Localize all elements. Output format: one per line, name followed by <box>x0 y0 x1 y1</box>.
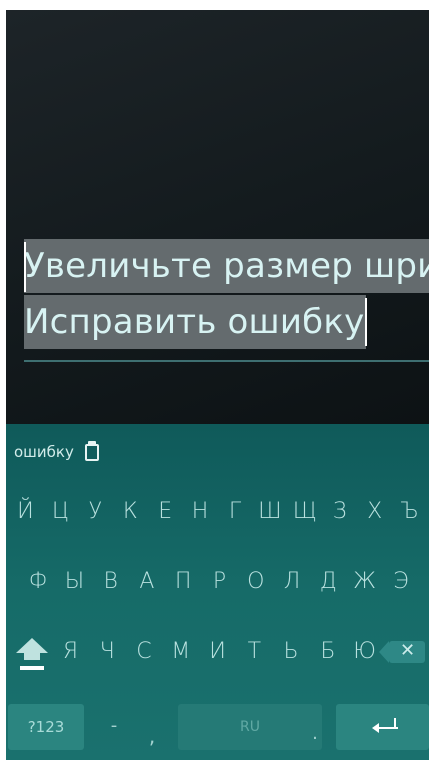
app-frame: Увеличьте размер шри Исправить ошибку ош… <box>6 10 429 760</box>
key[interactable]: Р <box>201 552 237 612</box>
key[interactable]: К <box>113 482 148 542</box>
key[interactable]: Д <box>310 552 346 612</box>
key[interactable]: И <box>199 622 236 682</box>
key[interactable]: Т <box>236 622 273 682</box>
key[interactable]: Ч <box>89 622 126 682</box>
key[interactable]: Ъ <box>392 482 427 542</box>
key[interactable]: С <box>126 622 163 682</box>
key[interactable]: Э <box>383 552 419 612</box>
key[interactable]: Ы <box>56 552 92 612</box>
space-key[interactable]: RU <box>178 704 322 750</box>
clipboard-icon[interactable] <box>84 441 102 463</box>
key[interactable]: Ш <box>252 482 287 542</box>
backspace-icon[interactable]: ✕ <box>379 622 427 682</box>
key[interactable]: Е <box>148 482 183 542</box>
selection-start-caret[interactable] <box>24 242 26 292</box>
prediction-bar: ошибку <box>6 424 429 480</box>
shift-icon[interactable] <box>8 622 52 682</box>
key-row-2: Ф Ы В А П Р О Л Д Ж Э <box>6 552 429 612</box>
key[interactable]: У <box>78 482 113 542</box>
key[interactable]: Х <box>357 482 392 542</box>
key[interactable]: Ю <box>346 622 383 682</box>
key[interactable]: В <box>93 552 129 612</box>
key[interactable]: Ц <box>43 482 78 542</box>
key[interactable]: П <box>165 552 201 612</box>
comma-key[interactable]: , <box>140 716 164 756</box>
key[interactable]: Ж <box>346 552 382 612</box>
key-row-4: ?123 - , RU . <box>6 692 429 760</box>
key[interactable]: Л <box>274 552 310 612</box>
key-row-1: Й Ц У К Е Н Г Ш Щ З Х Ъ <box>6 482 429 542</box>
period-key[interactable]: . <box>303 714 327 754</box>
key[interactable]: Й <box>8 482 43 542</box>
enter-key[interactable] <box>336 704 429 750</box>
prediction-word[interactable]: ошибку <box>14 443 74 461</box>
key[interactable]: Н <box>183 482 218 542</box>
key[interactable]: Ь <box>273 622 310 682</box>
key[interactable]: М <box>162 622 199 682</box>
key[interactable]: Я <box>52 622 89 682</box>
dash-key[interactable]: - <box>102 706 126 746</box>
symbols-key[interactable]: ?123 <box>8 704 84 750</box>
selected-text-line-1[interactable]: Увеличьте размер шри <box>24 239 429 293</box>
key[interactable]: Щ <box>287 482 322 542</box>
key[interactable]: Г <box>218 482 253 542</box>
key-row-3: Я Ч С М И Т Ь Б Ю ✕ <box>6 622 429 682</box>
key[interactable]: О <box>238 552 274 612</box>
key[interactable]: А <box>129 552 165 612</box>
virtual-keyboard: ошибку Й Ц У К Е Н Г Ш Щ З Х Ъ Ф Ы В А П… <box>6 424 429 760</box>
text-field-underline <box>24 360 429 362</box>
enter-icon <box>372 718 398 736</box>
selection-end-caret[interactable] <box>365 298 367 346</box>
text-editor[interactable]: Увеличьте размер шри Исправить ошибку <box>6 10 429 424</box>
key[interactable]: З <box>322 482 357 542</box>
key[interactable]: Б <box>309 622 346 682</box>
key[interactable]: Ф <box>20 552 56 612</box>
selected-text-line-2[interactable]: Исправить ошибку <box>24 295 366 349</box>
